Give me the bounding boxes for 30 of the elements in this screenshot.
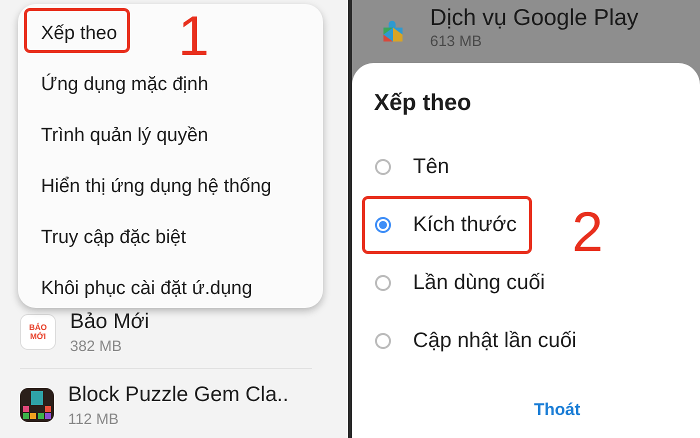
- app-icon[interactable]: BÁO MỚI: [20, 314, 56, 350]
- sort-option[interactable]: Tên: [362, 138, 464, 196]
- dialog-title: Xếp theo: [374, 89, 472, 116]
- app-name[interactable]: Bảo Mới: [70, 310, 150, 334]
- menu-item[interactable]: Khôi phục cài đặt ứ.dụng: [24, 263, 266, 308]
- option-label: Kích thước: [413, 213, 517, 237]
- option-label: Lần dùng cuối: [413, 271, 545, 295]
- app-name: Dịch vụ Google Play: [430, 4, 638, 30]
- step-number: 2: [572, 204, 604, 260]
- app-size: 382 MB: [70, 338, 123, 354]
- menu-item[interactable]: Trình quản lý quyền: [24, 110, 222, 155]
- app-size: 112 MB: [68, 410, 120, 428]
- sort-option[interactable]: Lần dùng cuối: [362, 254, 560, 312]
- radio-button[interactable]: [375, 275, 391, 291]
- app-size: 613 MB: [430, 32, 483, 50]
- block-puzzle-icon[interactable]: [20, 388, 54, 422]
- menu-item[interactable]: Xếp theo: [24, 8, 130, 53]
- menu-item[interactable]: Truy cập đặc biệt: [24, 212, 200, 257]
- radio-button[interactable]: [375, 159, 391, 175]
- cancel-button[interactable]: Thoát: [526, 396, 588, 424]
- sort-option[interactable]: Kích thước: [362, 196, 532, 254]
- app-name[interactable]: Block Puzzle Gem Cla..: [68, 382, 289, 406]
- radio-button[interactable]: [375, 217, 391, 233]
- option-label: Cập nhật lần cuối: [413, 329, 576, 353]
- sort-option[interactable]: Cập nhật lần cuối: [362, 312, 592, 370]
- option-label: Tên: [413, 155, 450, 179]
- app-icon-text: MỚI: [30, 332, 46, 341]
- app-icon-text: BÁO: [29, 323, 47, 332]
- menu-item[interactable]: Hiển thị ứng dụng hệ thống: [24, 161, 284, 206]
- radio-button[interactable]: [375, 333, 391, 349]
